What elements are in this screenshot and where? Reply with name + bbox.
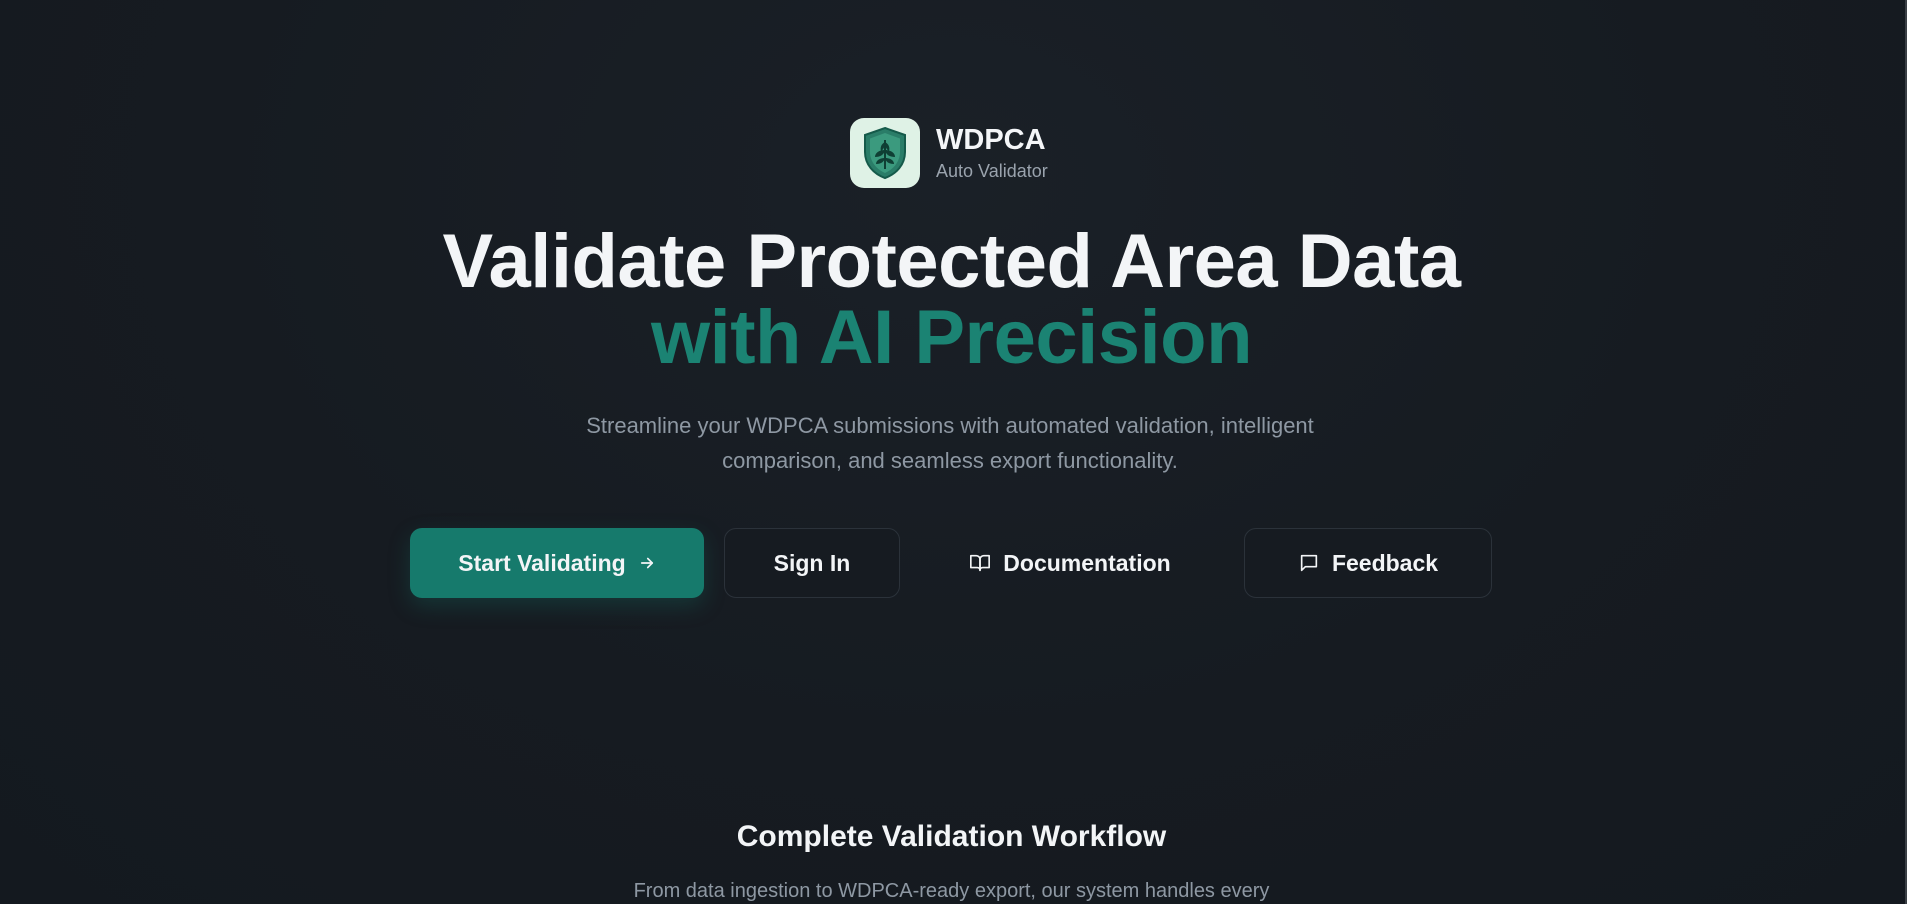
workflow-title: Complete Validation Workflow	[736, 820, 1167, 853]
feedback-label: Feedback	[1331, 549, 1439, 576]
landing-page: WDPCA Auto Validator Validate Protected …	[0, 0, 1907, 904]
hero-title-highlight: with AI Precision	[650, 295, 1253, 380]
workflow-description: From data ingestion to WDPCA-ready expor…	[633, 880, 1270, 902]
sign-in-button[interactable]: Sign In	[724, 528, 900, 598]
feedback-button[interactable]: Feedback	[1244, 528, 1492, 598]
sign-in-label: Sign In	[773, 549, 851, 576]
book-open-icon	[969, 552, 991, 574]
arrow-right-icon	[638, 554, 656, 572]
start-validating-button[interactable]: Start Validating	[410, 528, 704, 598]
start-validating-label: Start Validating	[458, 549, 626, 576]
shield-leaf-icon	[850, 118, 920, 188]
hero-description: Streamline your WDPCA submissions with a…	[586, 413, 1314, 473]
hero-title: Validate Protected Area Data with AI Pre…	[0, 224, 1903, 376]
brand-subtitle: Auto Validator	[936, 161, 1048, 181]
brand[interactable]: WDPCA Auto Validator	[850, 118, 1048, 188]
cta-buttons: Start Validating Sign In Documentation F…	[0, 528, 1903, 598]
documentation-label: Documentation	[1003, 549, 1171, 576]
documentation-button[interactable]: Documentation	[940, 528, 1200, 598]
hero-title-line1: Validate Protected Area Data	[442, 219, 1461, 304]
brand-name: WDPCA	[936, 124, 1046, 156]
brand-text: WDPCA Auto Validator	[936, 123, 1048, 183]
message-square-icon	[1298, 552, 1320, 574]
